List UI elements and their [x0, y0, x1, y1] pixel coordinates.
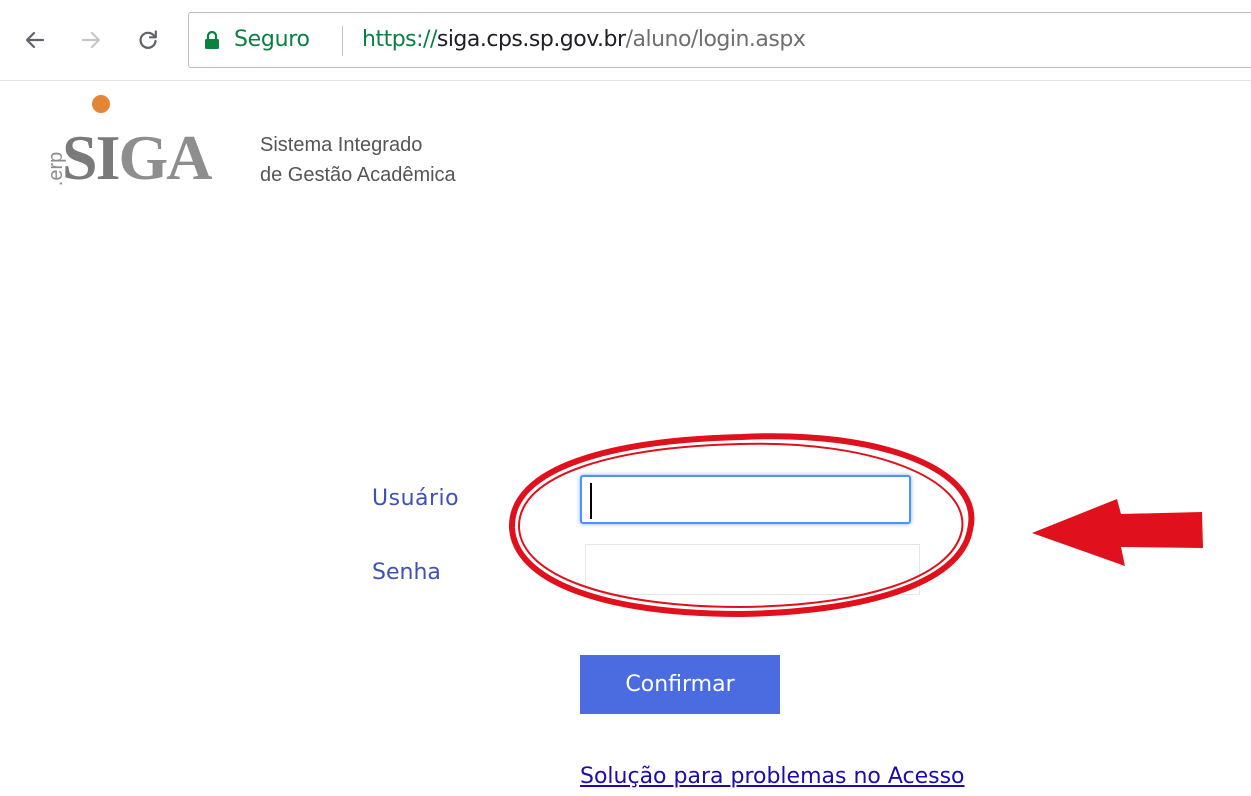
lock-icon — [205, 30, 219, 49]
reload-icon — [139, 30, 157, 49]
annotation-arrow — [1032, 499, 1203, 566]
text-caret — [590, 483, 592, 519]
address-bar[interactable]: Seguro https://siga.cps.sp.gov.br/aluno/… — [188, 12, 1251, 68]
username-label: Usuário — [372, 486, 460, 511]
logo-si: SI — [62, 122, 120, 193]
password-input[interactable] — [585, 544, 920, 595]
address-divider — [342, 26, 343, 56]
forward-arrow-icon — [81, 31, 101, 49]
logo-ga: GA — [118, 122, 213, 193]
password-label: Senha — [372, 560, 441, 585]
logo-subtitle-line2: de Gestão Acadêmica — [260, 164, 456, 186]
confirm-button[interactable]: Confirmar — [580, 655, 780, 714]
url-path: /aluno/login.aspx — [625, 27, 806, 52]
username-input[interactable] — [580, 475, 911, 524]
siga-logo: .erp SIGA Sistema Integrado de Gestão Ac… — [30, 92, 500, 202]
back-button[interactable] — [20, 22, 50, 58]
back-arrow-icon — [25, 31, 45, 49]
browser-toolbar: Seguro https://siga.cps.sp.gov.br/aluno/… — [0, 0, 1251, 81]
logo-subtitle: Sistema Integrado de Gestão Acadêmica — [260, 130, 456, 190]
security-label[interactable]: Seguro — [234, 27, 310, 52]
url-host: siga.cps.sp.gov.br — [436, 27, 626, 52]
reload-button[interactable] — [133, 22, 163, 58]
url-scheme: https:// — [362, 27, 437, 52]
logo-subtitle-line1: Sistema Integrado — [260, 134, 423, 156]
logo-dot — [92, 95, 110, 113]
forward-button[interactable] — [76, 22, 106, 58]
url-text[interactable]: https://siga.cps.sp.gov.br/aluno/login.a… — [362, 27, 806, 52]
logo-wordmark: SIGA — [62, 126, 213, 190]
access-help-link[interactable]: Solução para problemas no Acesso — [580, 764, 965, 789]
